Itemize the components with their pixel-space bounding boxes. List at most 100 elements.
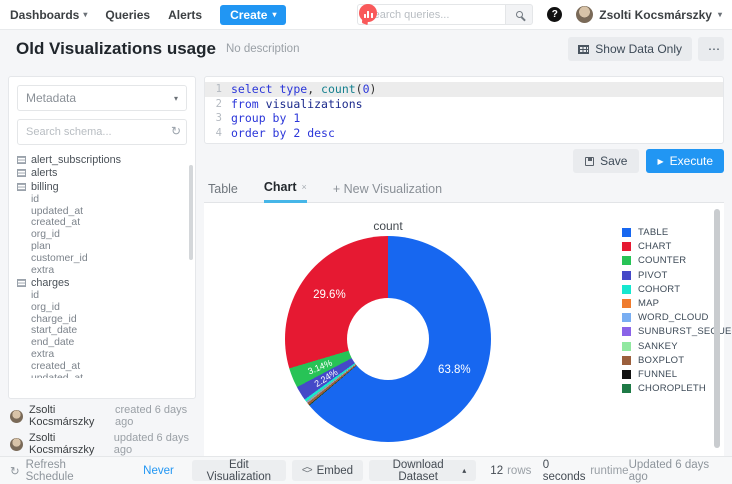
refresh-schema-icon[interactable]: ↻ <box>171 124 181 138</box>
download-dataset-button[interactable]: Download Dataset ▴ <box>369 460 476 481</box>
redash-logo[interactable] <box>358 4 378 26</box>
chart-title: count <box>285 219 491 233</box>
avatar <box>576 6 593 23</box>
schema-item[interactable]: updated_at <box>17 205 187 217</box>
nav-alerts[interactable]: Alerts <box>168 8 202 22</box>
legend-swatch-icon <box>622 356 631 365</box>
schema-item[interactable]: billing <box>17 180 187 194</box>
donut-chart[interactable]: 63.8%29.6%3.14%2.24% <box>285 236 491 442</box>
legend-swatch-icon <box>622 285 631 294</box>
runtime: 0 seconds <box>543 459 587 483</box>
vertical-scrollbar[interactable] <box>714 209 720 448</box>
schema-item[interactable]: org_id <box>17 301 187 313</box>
schema-item[interactable]: start_date <box>17 325 187 337</box>
nav-dashboards[interactable]: Dashboards ▾ <box>10 8 87 22</box>
search-icon <box>516 11 523 18</box>
query-description[interactable]: No description <box>226 43 300 55</box>
editor-actions: Save ▶ Execute <box>204 144 724 178</box>
user-name: Zsolti Kocsmárszky <box>599 8 712 22</box>
schema-item[interactable]: created_at <box>17 217 187 229</box>
legend-swatch-icon <box>622 299 631 308</box>
schema-item[interactable]: charges <box>17 276 187 290</box>
schema-item[interactable]: extra <box>17 264 187 276</box>
chevron-down-icon: ▾ <box>83 10 87 19</box>
show-data-only-button[interactable]: Show Data Only <box>568 37 692 61</box>
last-updated: Updated 6 days ago <box>629 459 722 483</box>
created-ago: created 6 days ago <box>115 404 194 428</box>
schema-item[interactable]: id <box>17 290 187 302</box>
create-button[interactable]: Create ▾ <box>220 5 286 25</box>
schema-search: ↻ <box>17 119 187 145</box>
avatar <box>10 438 23 451</box>
execute-button[interactable]: ▶ Execute <box>646 149 724 173</box>
logo-balloon <box>359 4 377 22</box>
pie-slice-label: 63.8% <box>438 364 471 376</box>
table-icon <box>17 183 26 191</box>
query-header: Old Visualizations usage No description … <box>0 30 732 68</box>
logo-bar-icon <box>371 13 373 18</box>
schema-item[interactable]: updated_at <box>17 372 187 378</box>
schema-sidebar: Metadata ▾ ↻ alert_subscriptions alerts <box>8 76 196 399</box>
schema-item[interactable]: extra <box>17 349 187 361</box>
legend-swatch-icon <box>622 256 631 265</box>
refresh-schedule: ↻ Refresh Schedule <box>10 459 107 483</box>
updater-name[interactable]: Zsolti Kocsmárszky <box>29 432 108 456</box>
content: Metadata ▾ ↻ alert_subscriptions alerts <box>0 68 732 456</box>
search-group <box>357 4 533 25</box>
line-number: 4 <box>205 126 231 141</box>
help-icon[interactable]: ? <box>547 7 562 22</box>
refresh-schedule-value[interactable]: Never <box>143 465 174 477</box>
legend-swatch-icon <box>622 342 631 351</box>
schema-item[interactable]: created_at <box>17 360 187 372</box>
schema-scrollbar[interactable] <box>189 165 193 260</box>
sql-editor-lines: 1select type, count(0)2from visualizatio… <box>205 82 723 140</box>
user-menu[interactable]: Zsolti Kocsmárszky ▾ <box>576 6 722 23</box>
data-source-select[interactable]: Metadata ▾ <box>17 85 187 111</box>
tab-chart[interactable]: Chart × <box>264 180 307 203</box>
embed-button[interactable]: <> Embed <box>292 460 363 481</box>
sql-line[interactable]: 3group by 1 <box>205 111 723 126</box>
result-stats: 12 rows 0 seconds runtime <box>490 459 628 483</box>
schema-item[interactable]: customer_id <box>17 252 187 264</box>
tab-table[interactable]: Table <box>208 182 238 202</box>
schema-item[interactable]: alerts <box>17 167 187 181</box>
footer-buttons: Edit Visualization <> Embed Download Dat… <box>192 460 476 481</box>
main-area: 1select type, count(0)2from visualizatio… <box>204 76 724 456</box>
main-nav: Dashboards ▾ Queries Alerts Create ▾ <box>10 5 286 25</box>
page-title: Old Visualizations usage <box>16 39 216 59</box>
table-icon <box>17 169 26 177</box>
created-row: Zsolti Kocsmárszky created 6 days ago <box>10 404 194 428</box>
redash-app: Dashboards ▾ Queries Alerts Create ▾ <box>0 0 732 484</box>
more-options-button[interactable]: ⋯ <box>698 37 724 61</box>
sql-editor[interactable]: 1select type, count(0)2from visualizatio… <box>204 76 724 144</box>
sql-line[interactable]: 1select type, count(0) <box>205 82 723 97</box>
table-icon <box>17 156 26 164</box>
search-queries-input[interactable] <box>357 4 505 25</box>
chevron-down-icon: ▾ <box>174 94 178 103</box>
search-button[interactable] <box>505 4 533 25</box>
query-meta: Zsolti Kocsmárszky created 6 days ago Zs… <box>8 399 196 456</box>
legend-swatch-icon <box>622 384 631 393</box>
schema-item[interactable]: id <box>17 194 187 206</box>
close-icon[interactable]: × <box>302 182 307 192</box>
updated-row: Zsolti Kocsmárszky updated 6 days ago <box>10 432 194 456</box>
tab-new-visualization[interactable]: + New Visualization <box>333 182 442 202</box>
edit-visualization-button[interactable]: Edit Visualization <box>192 460 286 481</box>
schema-item[interactable]: org_id <box>17 229 187 241</box>
schema-search-input[interactable] <box>17 119 187 145</box>
schema-list: alert_subscriptions alerts billing id <box>17 153 187 378</box>
sql-line[interactable]: 4order by 2 desc <box>205 126 723 141</box>
schema-item[interactable]: alert_subscriptions <box>17 153 187 167</box>
schema-item[interactable]: plan <box>17 241 187 253</box>
legend-swatch-icon <box>622 313 631 322</box>
sql-line[interactable]: 2from visualizations <box>205 97 723 112</box>
save-button[interactable]: Save <box>573 149 639 173</box>
schema-item[interactable]: end_date <box>17 337 187 349</box>
row-count: 12 <box>490 465 503 477</box>
nav-queries[interactable]: Queries <box>105 8 150 22</box>
creator-name[interactable]: Zsolti Kocsmárszky <box>29 404 109 428</box>
header-actions: Show Data Only ⋯ <box>568 37 724 61</box>
query-footer: ↻ Refresh Schedule Never Edit Visualizat… <box>0 456 732 484</box>
schema-item[interactable]: charge_id <box>17 313 187 325</box>
donut-hole <box>347 298 429 380</box>
